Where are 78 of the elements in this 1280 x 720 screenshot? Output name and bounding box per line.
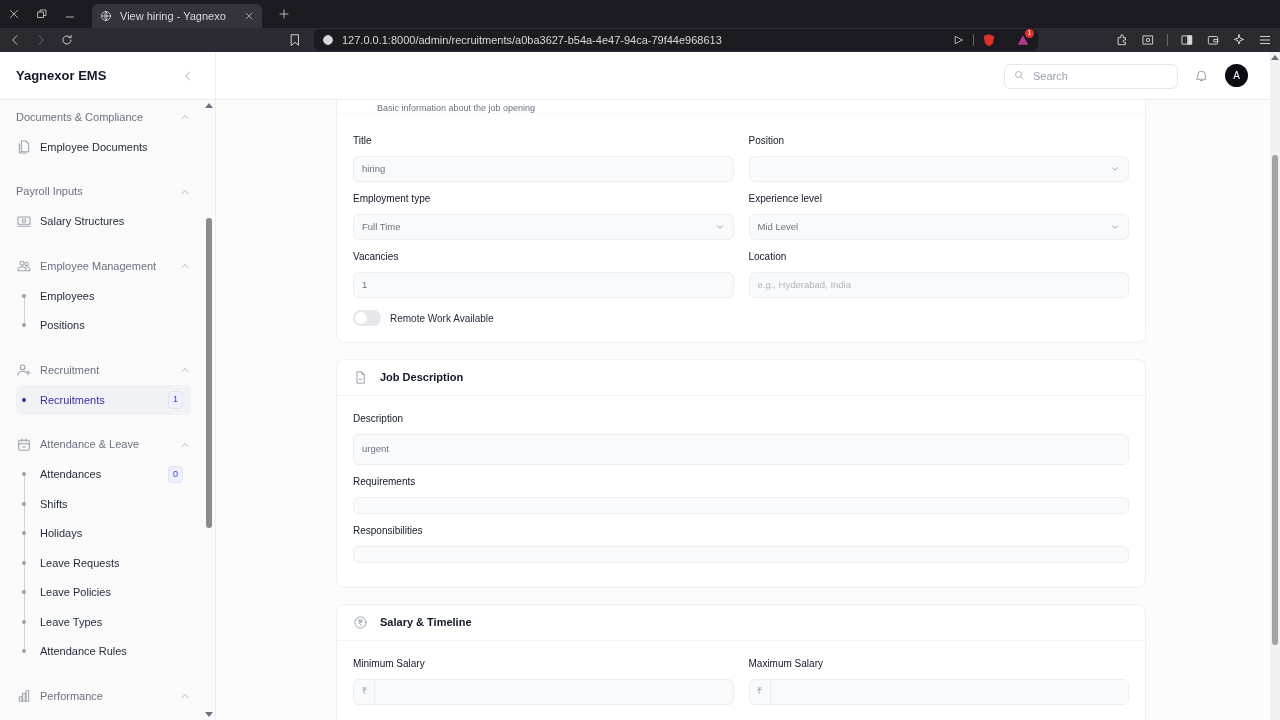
nav-item[interactable]: Employees (16, 281, 191, 311)
select-field[interactable]: Mid Level (748, 214, 1129, 240)
section-subtitle: Basic information about the job opening (377, 103, 536, 113)
nav-item[interactable]: Holidays (16, 518, 191, 548)
info-icon (322, 34, 334, 46)
nav-group-header[interactable]: Recruitment (16, 355, 191, 385)
field-label: Maximum Salary (748, 657, 824, 671)
field-label: Requirements (353, 475, 417, 489)
toggle-label: Remote Work Available (390, 311, 494, 326)
nav-group-header[interactable]: Performance (16, 681, 191, 711)
field-label: Employment type (353, 192, 432, 206)
close-icon[interactable] (8, 8, 20, 20)
input-field[interactable]: 1 (353, 272, 734, 298)
field-label: Title (353, 134, 373, 148)
section-icon (353, 615, 368, 630)
sparkle-icon[interactable] (1232, 33, 1246, 47)
bookmark-icon[interactable] (288, 33, 302, 47)
user-avatar[interactable]: A (1225, 64, 1248, 87)
restore-icon[interactable] (36, 8, 48, 20)
count-badge: 0 (168, 465, 183, 483)
field-label: Description (353, 412, 405, 426)
browser-tab[interactable]: View hiring - Yagnexo (92, 4, 262, 28)
nav-item[interactable]: Leave Types (16, 607, 191, 637)
group-icon (16, 258, 32, 274)
nav-group-header[interactable]: Payroll Inputs (16, 176, 191, 207)
scrollbar-thumb[interactable] (206, 218, 212, 528)
screenshot-icon[interactable] (1141, 33, 1155, 47)
search-icon (1013, 69, 1025, 81)
nav-icon (16, 138, 32, 155)
globe-icon (100, 10, 112, 22)
nav-item[interactable]: Positions (16, 310, 191, 340)
nav-item[interactable]: Salary Structures (16, 206, 191, 236)
field-label: Position (748, 134, 786, 148)
field-label: Responsibilities (353, 524, 424, 538)
field-label: Vacancies (353, 250, 400, 264)
nav-group-header[interactable]: Attendance & Leave (16, 429, 191, 460)
wallet-icon[interactable] (1206, 33, 1220, 47)
chevron-down-icon (1110, 164, 1120, 174)
scrollbar-thumb[interactable] (1272, 155, 1278, 645)
group-icon (16, 436, 32, 453)
nav-item[interactable]: Leave Policies (16, 577, 191, 607)
field-label: Experience level (748, 192, 823, 206)
close-icon[interactable] (244, 11, 254, 21)
nav-item[interactable]: Shifts (16, 489, 191, 519)
section-title: Job Description (380, 370, 464, 386)
send-icon[interactable] (953, 34, 965, 46)
input-field[interactable]: urgent (353, 434, 1129, 465)
nav-item[interactable]: Attendances 0 (16, 459, 191, 489)
nav-group-header[interactable]: Employee Management (16, 251, 191, 281)
search-field[interactable]: Search (1004, 63, 1178, 89)
chevron-down-icon (1110, 222, 1120, 232)
scroll-up-icon[interactable] (205, 102, 213, 108)
nav-item[interactable]: Employee Documents (16, 132, 191, 162)
scroll-down-icon[interactable] (205, 712, 213, 718)
puzzle-icon[interactable] (1115, 33, 1129, 47)
scroll-up-icon[interactable] (1271, 54, 1279, 60)
new-tab-icon[interactable] (278, 8, 290, 20)
nav-group-header[interactable]: Documents & Compliance (16, 102, 191, 132)
chevron-down-icon (714, 222, 725, 232)
group-icon (16, 362, 32, 378)
toggle-switch[interactable] (353, 310, 381, 326)
group-icon (16, 688, 32, 704)
nav-icon (16, 213, 32, 230)
brand-name: Yagnexor EMS (16, 66, 107, 85)
select-field[interactable]: Full Time (353, 214, 734, 240)
section-title: Salary & Timeline (380, 615, 472, 631)
select-field[interactable] (748, 156, 1129, 182)
nav-item[interactable]: Recruitments 1 (16, 385, 191, 415)
count-badge: 1 (168, 391, 183, 409)
nav-item[interactable]: Attendance Rules (16, 636, 191, 666)
sidebar-icon[interactable] (1180, 33, 1194, 47)
reload-icon[interactable] (60, 33, 74, 47)
input-field[interactable]: hiring (353, 156, 734, 182)
field-label: Location (748, 250, 788, 264)
field-label: Minimum Salary (353, 657, 426, 671)
shield-icon[interactable] (982, 33, 996, 47)
menu-icon[interactable] (1258, 33, 1272, 47)
nav-item[interactable]: Leave Requests (16, 548, 191, 578)
